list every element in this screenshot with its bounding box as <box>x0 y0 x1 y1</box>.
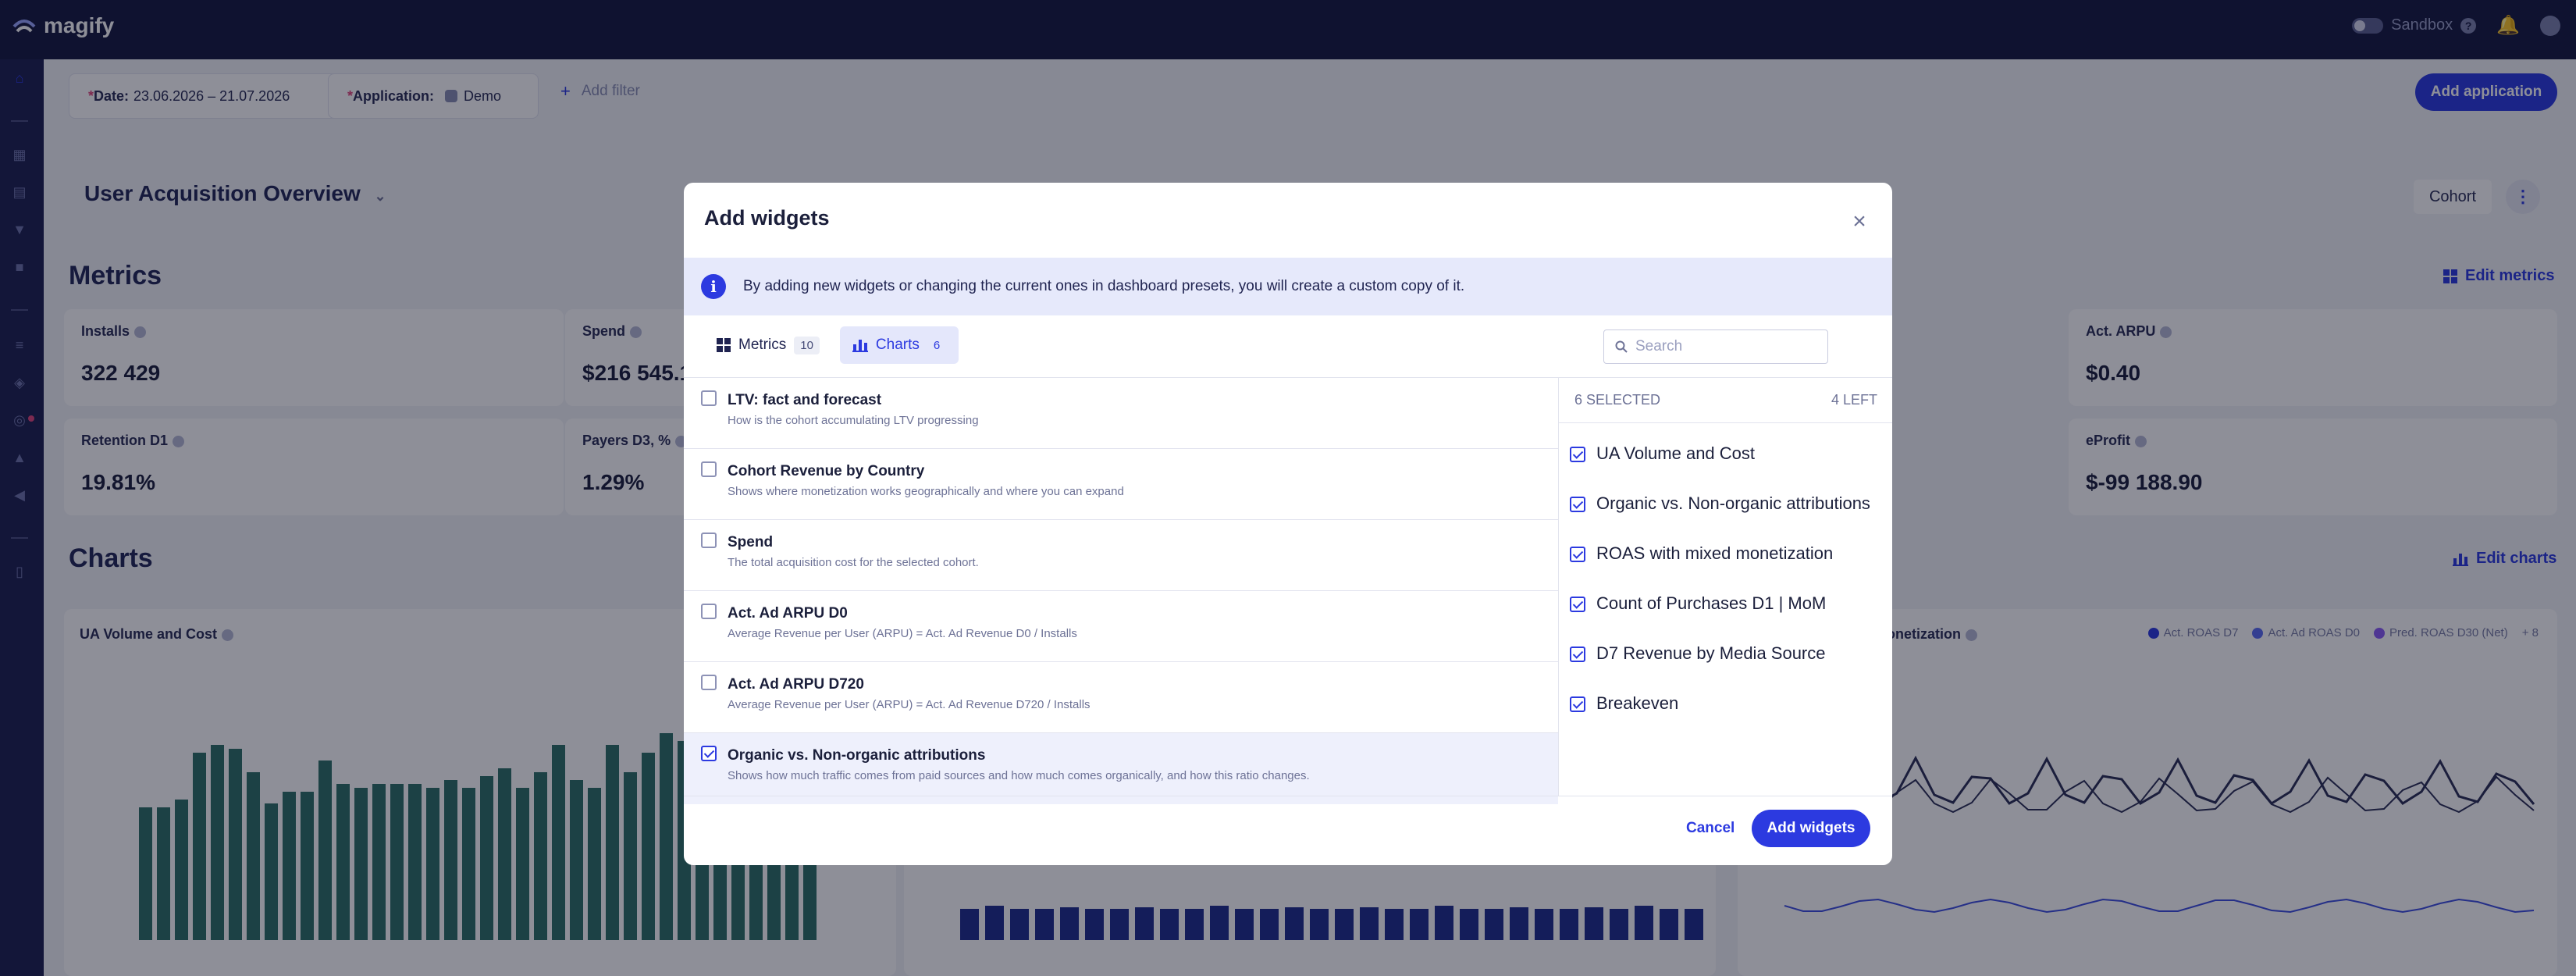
selected-item[interactable]: D7 Revenue by Media Source <box>1559 629 1892 679</box>
selected-item[interactable]: UA Volume and Cost <box>1559 429 1892 479</box>
info-banner: i By adding new widgets or changing the … <box>684 258 1892 315</box>
cancel-button[interactable]: Cancel <box>1686 820 1735 837</box>
selected-label: Organic vs. Non-organic attributions <box>1596 493 1870 513</box>
search-input[interactable] <box>1635 338 1815 355</box>
tab-label: Metrics <box>738 337 787 353</box>
tab-metrics[interactable]: Metrics 10 <box>704 326 832 364</box>
info-banner-text: By adding new widgets or changing the cu… <box>743 278 1465 294</box>
widget-checkbox[interactable] <box>701 390 717 406</box>
search-box <box>1603 329 1828 364</box>
list-item[interactable]: Act. Ad ARPU D0 Average Revenue per User… <box>684 591 1558 662</box>
selected-label: ROAS with mixed monetization <box>1596 543 1834 563</box>
close-icon[interactable]: × <box>1850 210 1869 233</box>
widget-title: LTV: fact and forecast <box>728 392 882 408</box>
selected-label: Breakeven <box>1596 693 1679 713</box>
widget-list: LTV: fact and forecast How is the cohort… <box>684 377 1558 804</box>
widget-title: Organic vs. Non-organic attributions <box>728 747 986 764</box>
grid-icon <box>717 338 731 352</box>
widget-checkbox[interactable] <box>701 746 717 761</box>
selected-item[interactable]: Organic vs. Non-organic attributions <box>1559 479 1892 529</box>
widget-checkbox[interactable] <box>701 604 717 619</box>
selected-checkbox[interactable] <box>1570 447 1585 462</box>
selected-checkbox[interactable] <box>1570 696 1585 712</box>
widget-description: Shows how much traffic comes from paid s… <box>728 769 1310 782</box>
widget-description: Shows where monetization works geographi… <box>728 485 1124 498</box>
selected-checkbox[interactable] <box>1570 597 1585 612</box>
tab-count: 6 <box>933 338 941 352</box>
list-item[interactable]: Act. Ad ARPU D720 Average Revenue per Us… <box>684 662 1558 733</box>
add-widgets-modal: Add widgets × i By adding new widgets or… <box>684 183 1892 865</box>
tab-charts[interactable]: Charts 6 <box>839 326 959 364</box>
selected-widgets-panel: 6 SELECTED 4 LEFT UA Volume and Cost Org… <box>1558 377 1892 796</box>
selected-checkbox[interactable] <box>1570 547 1585 562</box>
list-item[interactable]: LTV: fact and forecast How is the cohort… <box>684 378 1558 449</box>
remaining-count: 4 LEFT <box>1831 392 1877 408</box>
selected-label: D7 Revenue by Media Source <box>1596 643 1826 663</box>
list-item[interactable]: Cohort Revenue by Country Shows where mo… <box>684 449 1558 520</box>
widget-description: How is the cohort accumulating LTV progr… <box>728 414 979 427</box>
widget-checkbox[interactable] <box>701 675 717 690</box>
widget-title: Act. Ad ARPU D720 <box>728 676 864 693</box>
selected-checkbox[interactable] <box>1570 647 1585 662</box>
selected-item[interactable]: ROAS with mixed monetization <box>1559 529 1892 579</box>
search-icon <box>1615 340 1628 353</box>
list-item[interactable]: Spend The total acquisition cost for the… <box>684 520 1558 591</box>
widget-title: Cohort Revenue by Country <box>728 463 925 479</box>
selected-label: UA Volume and Cost <box>1596 443 1756 463</box>
add-widgets-button[interactable]: Add widgets <box>1752 810 1870 847</box>
widget-description: Average Revenue per User (ARPU) = Act. A… <box>728 627 1077 640</box>
modal-title: Add widgets <box>704 206 830 230</box>
widget-description: The total acquisition cost for the selec… <box>728 556 979 569</box>
widget-checkbox[interactable] <box>701 533 717 548</box>
widget-description: Average Revenue per User (ARPU) = Act. A… <box>728 698 1091 711</box>
list-item[interactable]: Organic vs. Non-organic attributions Sho… <box>684 733 1558 804</box>
widget-checkbox[interactable] <box>701 461 717 477</box>
info-icon: i <box>701 274 726 299</box>
widget-tabs: Metrics 10 Charts 6 <box>704 326 959 364</box>
selected-label: Count of Purchases D1 | MoM <box>1596 593 1827 613</box>
selected-item[interactable]: Count of Purchases D1 | MoM <box>1559 579 1892 629</box>
widget-title: Act. Ad ARPU D0 <box>728 605 848 622</box>
widget-title: Spend <box>728 534 774 550</box>
selected-header: 6 SELECTED 4 LEFT <box>1559 378 1892 423</box>
tab-count: 10 <box>794 336 820 354</box>
selected-count: 6 SELECTED <box>1574 392 1661 408</box>
tab-label: Charts <box>875 337 920 353</box>
bar-chart-icon <box>852 338 868 352</box>
selected-checkbox[interactable] <box>1570 497 1585 512</box>
selected-item[interactable]: Breakeven <box>1559 679 1892 729</box>
modal-footer: Cancel Add widgets <box>684 796 1892 865</box>
